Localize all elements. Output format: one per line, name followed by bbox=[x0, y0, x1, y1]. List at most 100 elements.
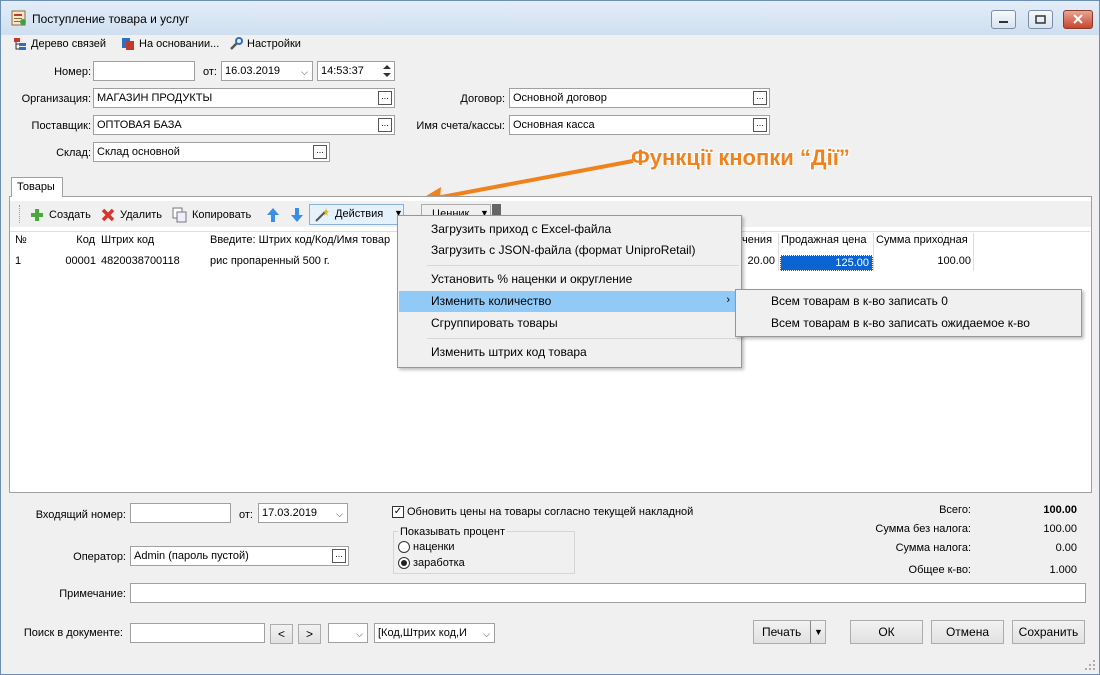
date-field[interactable]: 16.03.2019 ⌵ bbox=[221, 61, 313, 81]
number-field[interactable] bbox=[93, 61, 195, 81]
column-header-partial[interactable]: чения bbox=[742, 234, 772, 251]
update-prices-checkbox[interactable]: ✓ bbox=[392, 506, 404, 518]
delete-button[interactable]: Удалить bbox=[100, 207, 162, 223]
change-quantity-submenu: Всем товарам в к-во записать 0 Всем това… bbox=[735, 289, 1082, 337]
organization-value: МАГАЗИН ПРОДУКТЫ bbox=[97, 92, 213, 104]
print-button[interactable]: Печать ▼ bbox=[753, 620, 826, 644]
settings-button[interactable]: Настройки bbox=[229, 37, 301, 51]
browse-icon[interactable]: ... bbox=[378, 118, 392, 132]
browse-icon[interactable]: ... bbox=[332, 549, 346, 563]
window-title: Поступление товара и услуг bbox=[32, 12, 190, 26]
warehouse-value: Склад основной bbox=[97, 146, 180, 158]
search-fields-select[interactable]: [Код,Штрих код,И ⌵ bbox=[374, 623, 495, 643]
chevron-down-icon[interactable]: ⌵ bbox=[301, 65, 308, 79]
organization-label: Организация: bbox=[21, 93, 91, 105]
incoming-date-field[interactable]: 17.03.2019 ⌵ bbox=[258, 503, 348, 523]
create-button[interactable]: Создать bbox=[29, 207, 91, 223]
incoming-number-field[interactable] bbox=[130, 503, 231, 523]
supplier-value: ОПТОВАЯ БАЗА bbox=[97, 119, 182, 131]
warehouse-label: Склад: bbox=[56, 147, 91, 159]
account-value: Основная касса bbox=[513, 119, 595, 131]
menu-item-import-json[interactable]: Загрузить с JSON-файла (формат UniproRet… bbox=[399, 240, 740, 261]
radio-markup[interactable] bbox=[398, 541, 410, 553]
menu-item-markup[interactable]: Установить % наценки и округление bbox=[399, 269, 740, 290]
operator-value: Admin (пароль пустой) bbox=[134, 550, 249, 562]
cell-num[interactable]: 1 bbox=[15, 255, 21, 271]
arrow-down-icon[interactable] bbox=[289, 207, 305, 223]
cell-sum[interactable]: 100.00 bbox=[876, 255, 971, 271]
column-header-name[interactable]: Введите: Штрих код/Код/Имя товар bbox=[210, 234, 396, 251]
cell-name[interactable]: рис пропаренный 500 г. bbox=[210, 255, 396, 271]
browse-icon[interactable]: ... bbox=[313, 145, 327, 159]
operator-field[interactable]: Admin (пароль пустой) ... bbox=[130, 546, 349, 566]
cell-code[interactable]: 00001 bbox=[56, 255, 96, 271]
browse-icon[interactable]: ... bbox=[378, 91, 392, 105]
no-tax-label: Сумма без налога: bbox=[875, 523, 971, 535]
cancel-button[interactable]: Отмена bbox=[931, 620, 1004, 644]
submenu-item-zero[interactable]: Всем товарам в к-во записать 0 bbox=[737, 291, 1080, 313]
menu-separator bbox=[427, 338, 739, 339]
tree-button[interactable]: Дерево связей bbox=[13, 37, 106, 51]
chevron-down-icon[interactable]: ⌵ bbox=[336, 507, 343, 521]
warehouse-field[interactable]: Склад основной ... bbox=[93, 142, 330, 162]
column-divider bbox=[778, 233, 779, 271]
cell-value[interactable]: 20.00 bbox=[742, 255, 775, 271]
contract-field[interactable]: Основной договор ... bbox=[509, 88, 770, 108]
resize-grip-icon[interactable] bbox=[1083, 658, 1097, 672]
tab-goods[interactable]: Товары bbox=[11, 177, 63, 197]
column-header-num[interactable]: № bbox=[15, 234, 27, 251]
copy-button[interactable]: Копировать bbox=[172, 207, 251, 223]
arrow-up-icon[interactable] bbox=[265, 207, 281, 223]
radio-profit[interactable] bbox=[398, 557, 410, 569]
browse-icon[interactable]: ... bbox=[753, 91, 767, 105]
menu-separator bbox=[427, 265, 739, 266]
from-label: от: bbox=[203, 66, 217, 78]
account-field[interactable]: Основная касса ... bbox=[509, 115, 770, 135]
column-divider bbox=[873, 233, 874, 271]
supplier-field[interactable]: ОПТОВАЯ БАЗА ... bbox=[93, 115, 395, 135]
search-prev-button[interactable]: < bbox=[270, 624, 293, 644]
operator-label: Оператор: bbox=[73, 551, 126, 563]
column-header-code[interactable]: Код bbox=[61, 234, 95, 251]
submenu-item-expected[interactable]: Всем товарам в к-во записать ожидаемое к… bbox=[737, 313, 1080, 335]
menu-item-import-excel[interactable]: Загрузить приход с Excel-файла bbox=[399, 219, 740, 240]
search-input[interactable] bbox=[130, 623, 265, 643]
time-field[interactable]: 14:53:37 bbox=[317, 61, 395, 81]
account-label: Имя счета/кассы: bbox=[416, 120, 505, 132]
maximize-button[interactable] bbox=[1028, 10, 1053, 29]
search-next-button[interactable]: > bbox=[298, 624, 321, 644]
close-button[interactable] bbox=[1063, 10, 1093, 29]
date-value: 16.03.2019 bbox=[225, 65, 281, 77]
tax-label: Сумма налога: bbox=[895, 542, 971, 554]
note-field[interactable] bbox=[130, 583, 1086, 603]
spinner-icon[interactable] bbox=[381, 63, 393, 79]
column-header-sum[interactable]: Сумма приходная bbox=[876, 234, 968, 251]
actions-menu: Загрузить приход с Excel-файла Загрузить… bbox=[397, 215, 742, 368]
column-header-barcode[interactable]: Штрих код bbox=[101, 234, 154, 251]
actions-button[interactable]: Действия ▼ bbox=[309, 204, 404, 225]
cell-barcode[interactable]: 4820038700118 bbox=[101, 255, 180, 271]
close-icon bbox=[1073, 14, 1083, 24]
cell-sale-price[interactable]: 125.00 bbox=[780, 255, 873, 271]
incoming-number-label: Входящий номер: bbox=[35, 509, 126, 521]
search-mode-select[interactable]: ⌵ bbox=[328, 623, 368, 643]
save-button[interactable]: Сохранить bbox=[1012, 620, 1085, 644]
browse-icon[interactable]: ... bbox=[753, 118, 767, 132]
qty-value: 1.000 bbox=[1049, 564, 1077, 576]
no-tax-value: 100.00 bbox=[1043, 523, 1077, 535]
based-on-button[interactable]: На основании... bbox=[121, 37, 219, 51]
column-header-sale-price[interactable]: Продажная цена bbox=[781, 234, 867, 251]
ok-button[interactable]: ОК bbox=[850, 620, 923, 644]
menu-item-change-quantity[interactable]: Изменить количество › bbox=[399, 291, 740, 312]
menu-item-change-barcode[interactable]: Изменить штрих код товара bbox=[399, 342, 740, 363]
chevron-down-icon: ⌵ bbox=[483, 629, 490, 639]
total-value: 100.00 bbox=[1043, 504, 1077, 516]
minimize-button[interactable] bbox=[991, 10, 1016, 29]
organization-field[interactable]: МАГАЗИН ПРОДУКТЫ ... bbox=[93, 88, 395, 108]
chevron-down-icon[interactable]: ▼ bbox=[810, 621, 823, 643]
wrench-icon bbox=[230, 37, 243, 50]
copy-icon bbox=[172, 207, 187, 223]
menu-item-group-goods[interactable]: Сгруппировать товары bbox=[399, 313, 740, 334]
toolbar-grip bbox=[19, 205, 20, 223]
number-label: Номер: bbox=[54, 66, 91, 78]
